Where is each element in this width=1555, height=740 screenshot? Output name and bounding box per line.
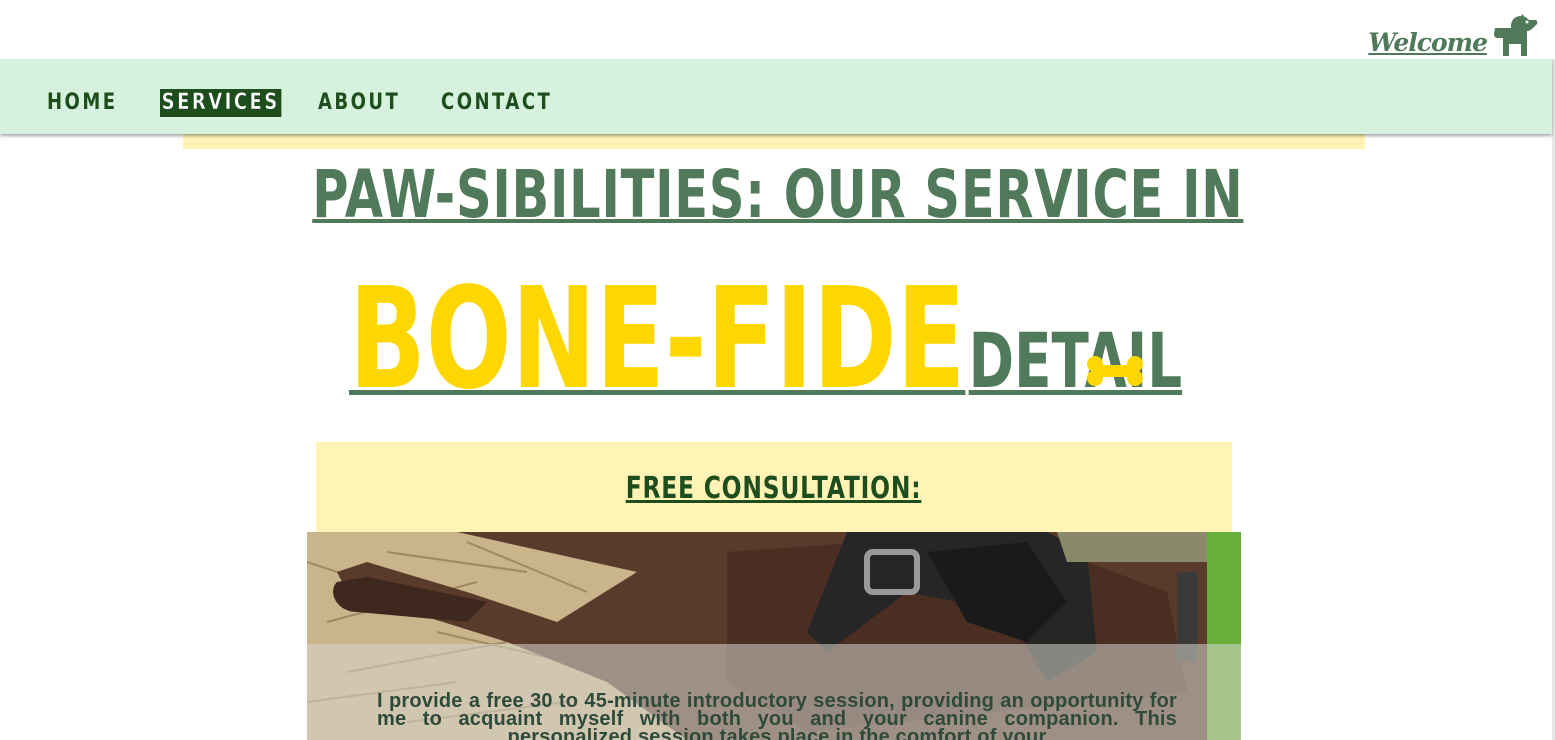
page-subtitle: BONE-FIDE DETAIL <box>0 270 1555 410</box>
page: Welcome HOME SERVICES ABOUT CONTACT PAW-… <box>0 0 1555 740</box>
consultation-heading: FREE CONSULTATION: <box>626 471 922 506</box>
dog-photo: I provide a free 30 to 45-minute introdu… <box>307 532 1241 740</box>
title-rest: DETAIL <box>968 316 1183 405</box>
page-title-line1: PAW-SIBILITIES: OUR SERVICE IN <box>311 156 1244 233</box>
header-accent-strip <box>183 134 1365 149</box>
dog-icon[interactable] <box>1491 14 1539 58</box>
page-title: PAW-SIBILITIES: OUR SERVICE IN <box>0 158 1555 232</box>
bone-icon <box>1087 356 1143 386</box>
welcome-label[interactable]: Welcome <box>1368 28 1488 58</box>
nav-item-services[interactable]: SERVICES <box>160 89 282 117</box>
nav-item-home[interactable]: HOME <box>47 89 118 117</box>
title-highlight: BONE-FIDE <box>348 258 966 421</box>
nav-item-about[interactable]: ABOUT <box>318 89 400 117</box>
consultation-panel: FREE CONSULTATION: <box>316 442 1232 532</box>
welcome-link[interactable]: Welcome <box>1368 14 1539 58</box>
consultation-description: I provide a free 30 to 45-minute introdu… <box>377 690 1177 740</box>
nav-item-contact[interactable]: CONTACT <box>441 89 552 117</box>
main-navigation: HOME SERVICES ABOUT CONTACT <box>0 59 1552 134</box>
